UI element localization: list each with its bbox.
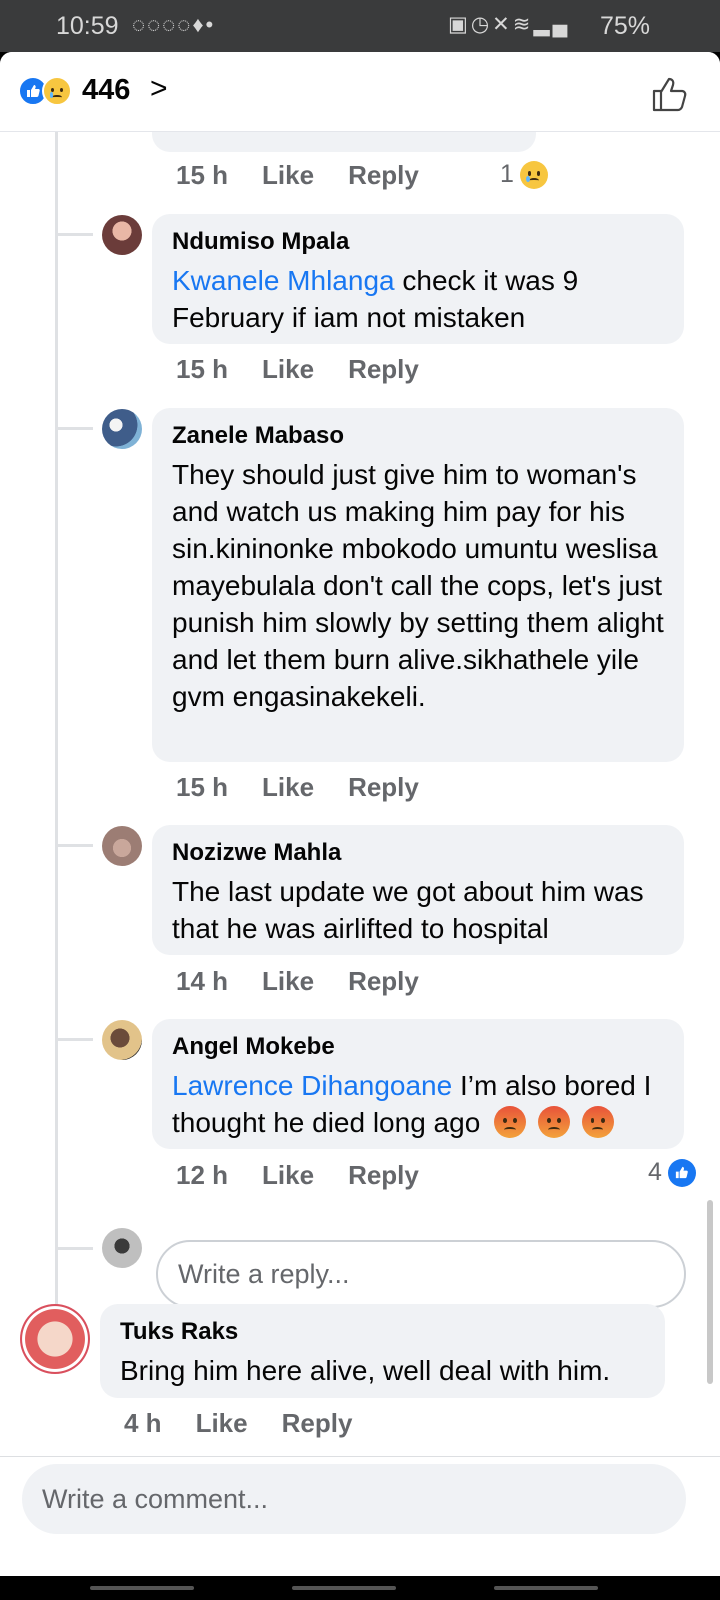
mute-icon: ✕ bbox=[492, 13, 513, 36]
comment-author[interactable]: Nozizwe Mahla bbox=[172, 839, 664, 867]
comment-time: 4 h bbox=[124, 1408, 162, 1438]
avatar[interactable] bbox=[20, 1304, 90, 1374]
system-icons: ▣◷✕≋▂▄ bbox=[448, 12, 570, 37]
like-link[interactable]: Like bbox=[262, 160, 314, 191]
thread-line bbox=[55, 132, 58, 1326]
angry-icon bbox=[581, 1106, 614, 1138]
comment-text: They should just give him to woman's and… bbox=[172, 459, 664, 712]
reactions-header: 446 > bbox=[0, 52, 720, 132]
reply-link[interactable]: Reply bbox=[348, 1160, 419, 1191]
alarm-icon: ▣ bbox=[448, 13, 471, 36]
comment-bubble: Angel Mokebe Lawrence Dihangoane I’m als… bbox=[152, 1019, 684, 1149]
status-bar: 10:59 ◌◌◌◌♦• ▣◷✕≋▂▄ 75% bbox=[0, 0, 720, 52]
like-icon bbox=[667, 1158, 696, 1187]
comment-text: Lawrence Dihangoane I’m also bored I tho… bbox=[172, 1070, 652, 1138]
thread-branch bbox=[55, 427, 93, 430]
like-button-icon[interactable] bbox=[650, 74, 690, 114]
reply-link[interactable]: Reply bbox=[282, 1408, 353, 1439]
comment-time: 15 h bbox=[176, 354, 229, 384]
avatar[interactable] bbox=[102, 1020, 142, 1060]
comment-text: Kwanele Mhlanga check it was 9 February … bbox=[172, 265, 579, 333]
thread-branch bbox=[55, 233, 93, 236]
messenger-icon: ◌ bbox=[162, 12, 178, 37]
comment-author[interactable]: Zanele Mabaso bbox=[172, 422, 664, 450]
comment-text: Bring him here alive, well deal with him… bbox=[120, 1355, 611, 1386]
messenger-icon: ◌ bbox=[132, 12, 148, 37]
comment-actions: 15 h Like Reply bbox=[176, 354, 453, 385]
like-link[interactable]: Like bbox=[262, 772, 314, 803]
reply-input[interactable]: Write a reply... bbox=[156, 1240, 686, 1308]
thread-branch bbox=[55, 1247, 93, 1250]
reply-link[interactable]: Reply bbox=[348, 772, 419, 803]
comment-bubble: Nozizwe Mahla The last update we got abo… bbox=[152, 825, 684, 955]
battery-level: 75% bbox=[600, 12, 651, 40]
angry-icon bbox=[537, 1106, 570, 1138]
comment-actions: 15 h Like Reply bbox=[176, 772, 453, 803]
comment-bubble: Zanele Mabaso They should just give him … bbox=[152, 408, 684, 762]
signal-icon: ▂▄ bbox=[533, 13, 571, 36]
comment-actions: 15 h Like Reply bbox=[176, 160, 453, 191]
nav-home-button[interactable] bbox=[292, 1586, 396, 1590]
app-icon: ♦ bbox=[192, 12, 206, 37]
avatar bbox=[102, 1228, 142, 1268]
avatar[interactable] bbox=[102, 826, 142, 866]
reply-link[interactable]: Reply bbox=[348, 966, 419, 997]
sad-icon bbox=[42, 76, 72, 106]
messenger-icon: ◌ bbox=[177, 12, 193, 37]
comment-author[interactable]: Ndumiso Mpala bbox=[172, 228, 664, 256]
comment-author[interactable]: Angel Mokebe bbox=[172, 1033, 664, 1061]
alarm-clock-icon: ◷ bbox=[470, 13, 493, 36]
status-time: 10:59 bbox=[56, 12, 119, 40]
reaction-count[interactable]: 446 bbox=[82, 74, 130, 107]
comment-time: 15 h bbox=[176, 772, 229, 802]
comments-sheet: 446 > 15 h Like Reply 1 Ndumiso Mpala Kwan… bbox=[0, 52, 720, 1576]
comment-actions: 14 h Like Reply bbox=[176, 966, 453, 997]
like-link[interactable]: Like bbox=[262, 354, 314, 385]
reply-link[interactable]: Reply bbox=[348, 354, 419, 385]
comment-actions: 12 h Like Reply bbox=[176, 1160, 453, 1191]
nav-recent-button[interactable] bbox=[90, 1586, 194, 1590]
avatar[interactable] bbox=[102, 215, 142, 255]
chevron-right-icon[interactable]: > bbox=[150, 72, 168, 106]
comment-input[interactable]: Write a comment... bbox=[22, 1464, 686, 1534]
comment-time: 14 h bbox=[176, 966, 229, 996]
comment-bubble bbox=[152, 132, 536, 152]
wifi-icon: ≋ bbox=[512, 13, 534, 36]
reply-link[interactable]: Reply bbox=[348, 160, 419, 191]
angry-icon bbox=[494, 1106, 527, 1138]
messenger-icon: ◌ bbox=[147, 12, 163, 37]
comment-actions: 4 h Like Reply bbox=[124, 1408, 386, 1439]
sad-icon bbox=[519, 160, 548, 189]
reaction-summary[interactable] bbox=[18, 76, 72, 108]
comment-reaction-count[interactable]: 4 bbox=[648, 1158, 696, 1187]
comment-reaction-count[interactable]: 1 bbox=[500, 160, 548, 189]
like-link[interactable]: Like bbox=[262, 966, 314, 997]
notification-icons: ◌◌◌◌♦• bbox=[132, 12, 215, 38]
comment-bubble: Ndumiso Mpala Kwanele Mhlanga check it w… bbox=[152, 214, 684, 344]
like-link[interactable]: Like bbox=[196, 1408, 248, 1439]
comment-time: 12 h bbox=[176, 1160, 229, 1190]
thread-branch bbox=[55, 1038, 93, 1041]
comment-time: 15 h bbox=[176, 160, 229, 190]
mention-link[interactable]: Lawrence Dihangoane bbox=[172, 1070, 452, 1101]
avatar[interactable] bbox=[102, 409, 142, 449]
mention-link[interactable]: Kwanele Mhlanga bbox=[172, 265, 395, 296]
scrollbar[interactable] bbox=[707, 1200, 713, 1384]
like-link[interactable]: Like bbox=[262, 1160, 314, 1191]
comment-text: The last update we got about him was tha… bbox=[172, 876, 644, 944]
comment-bubble: Tuks Raks Bring him here alive, well dea… bbox=[100, 1304, 665, 1398]
thread-branch bbox=[55, 844, 93, 847]
system-nav-bar bbox=[0, 1576, 720, 1600]
comment-author[interactable]: Tuks Raks bbox=[120, 1318, 645, 1346]
nav-back-button[interactable] bbox=[494, 1586, 598, 1590]
dot-icon: • bbox=[205, 12, 216, 37]
